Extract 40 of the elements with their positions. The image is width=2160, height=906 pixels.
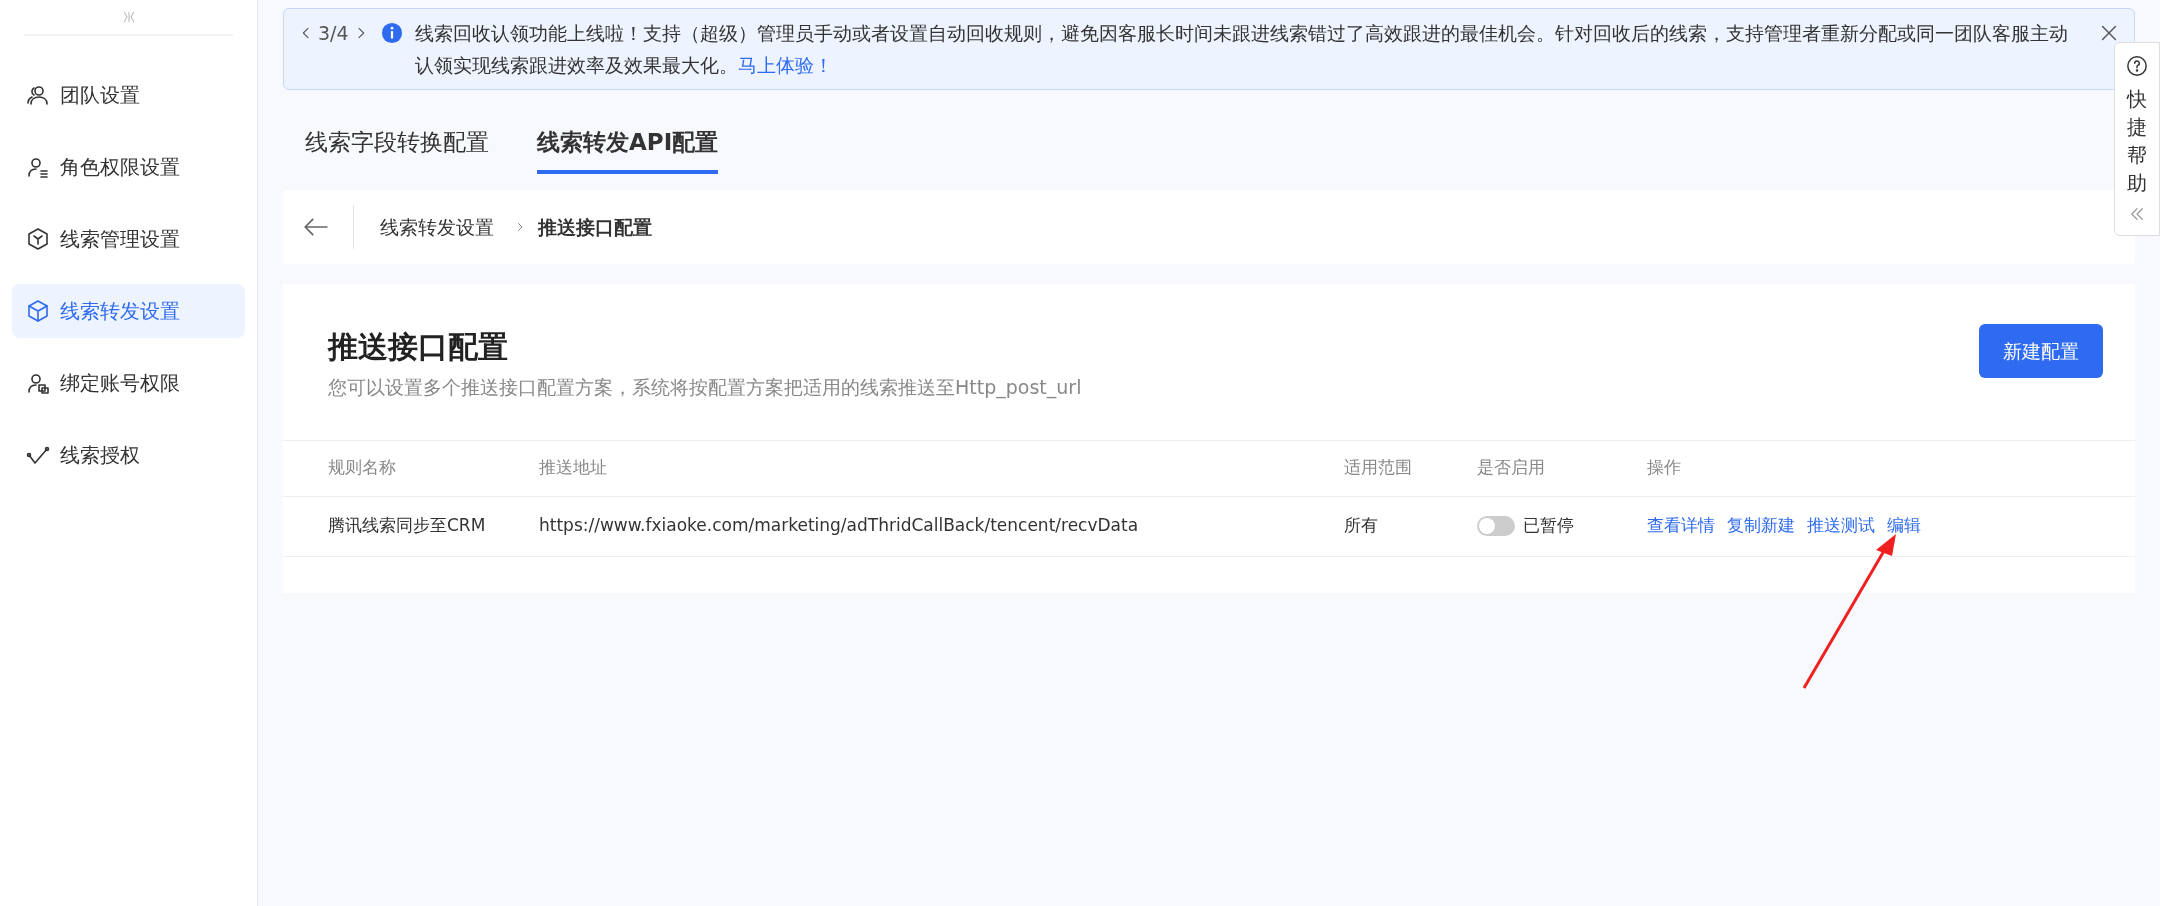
table-cell: 腾讯线索同步至CRM	[283, 496, 538, 556]
toggle-switch[interactable]	[1477, 516, 1515, 537]
sidebar-item[interactable]: 角色权限设置	[12, 140, 245, 194]
column-header: 适用范围	[1343, 440, 1476, 496]
help-label: 快捷帮助	[2127, 86, 2147, 197]
tab[interactable]: 线索转发API配置	[537, 122, 719, 174]
quick-help-panel[interactable]: 快捷帮助	[2114, 42, 2160, 236]
column-header: 操作	[1646, 440, 2135, 496]
breadcrumb-current: 推送接口配置	[538, 214, 652, 240]
tab[interactable]: 线索字段转换配置	[305, 122, 489, 174]
column-header: 规则名称	[283, 440, 538, 496]
help-icon	[2126, 55, 2148, 77]
new-config-button[interactable]: 新建配置	[1979, 324, 2103, 378]
sidebar-item[interactable]: 绑定账号权限	[12, 356, 245, 410]
action-link[interactable]: 编辑	[1887, 515, 1921, 536]
table-cell: 所有	[1343, 496, 1476, 556]
page-title: 推送接口配置	[328, 328, 509, 366]
page-description: 您可以设置多个推送接口配置方案，系统将按配置方案把适用的线索推送至Http_post_url	[328, 375, 1082, 401]
action-link[interactable]: 推送测试	[1807, 515, 1875, 536]
double-chevron-icon	[2128, 205, 2146, 223]
status-text: 已暂停	[1523, 515, 1574, 536]
sidebar-item[interactable]: 线索授权	[12, 428, 245, 482]
sidebar-item[interactable]: 团队设置	[12, 68, 245, 122]
sidebar-item[interactable]: 线索管理设置	[12, 212, 245, 266]
info-icon	[380, 22, 403, 44]
user-list-icon	[26, 155, 50, 179]
column-header: 是否启用	[1476, 440, 1646, 496]
notice-text: 线索回收认领功能上线啦！支持（超级）管理员手动或者设置自动回收规则，避免因客服长时间未跟进线索错过了高效跟进的最佳机会。针对回收后的线索，支持管理者重新分配或同一团队客服主动认领实现线索跟进效率及效果最大化。马上体验！	[414, 21, 2069, 78]
breadcrumb-link[interactable]: 线索转发设置	[380, 212, 494, 242]
sidebar-item[interactable]: 线索转发设置	[12, 284, 245, 338]
try-now-link[interactable]: 马上体验！	[737, 54, 833, 76]
cube-icon	[26, 299, 50, 323]
user-link-icon	[26, 371, 50, 395]
people-icon	[26, 83, 50, 107]
column-header: 推送地址	[538, 440, 1343, 496]
page-counter: 3/4	[318, 21, 349, 46]
hexagon-icon	[26, 227, 50, 251]
action-link[interactable]: 查看详情	[1647, 515, 1715, 536]
table-cell: https://www.fxiaoke.com/marketing/adThridCallBack/tencent/recvData	[538, 496, 1343, 556]
action-link[interactable]: 复制新建	[1727, 515, 1795, 536]
